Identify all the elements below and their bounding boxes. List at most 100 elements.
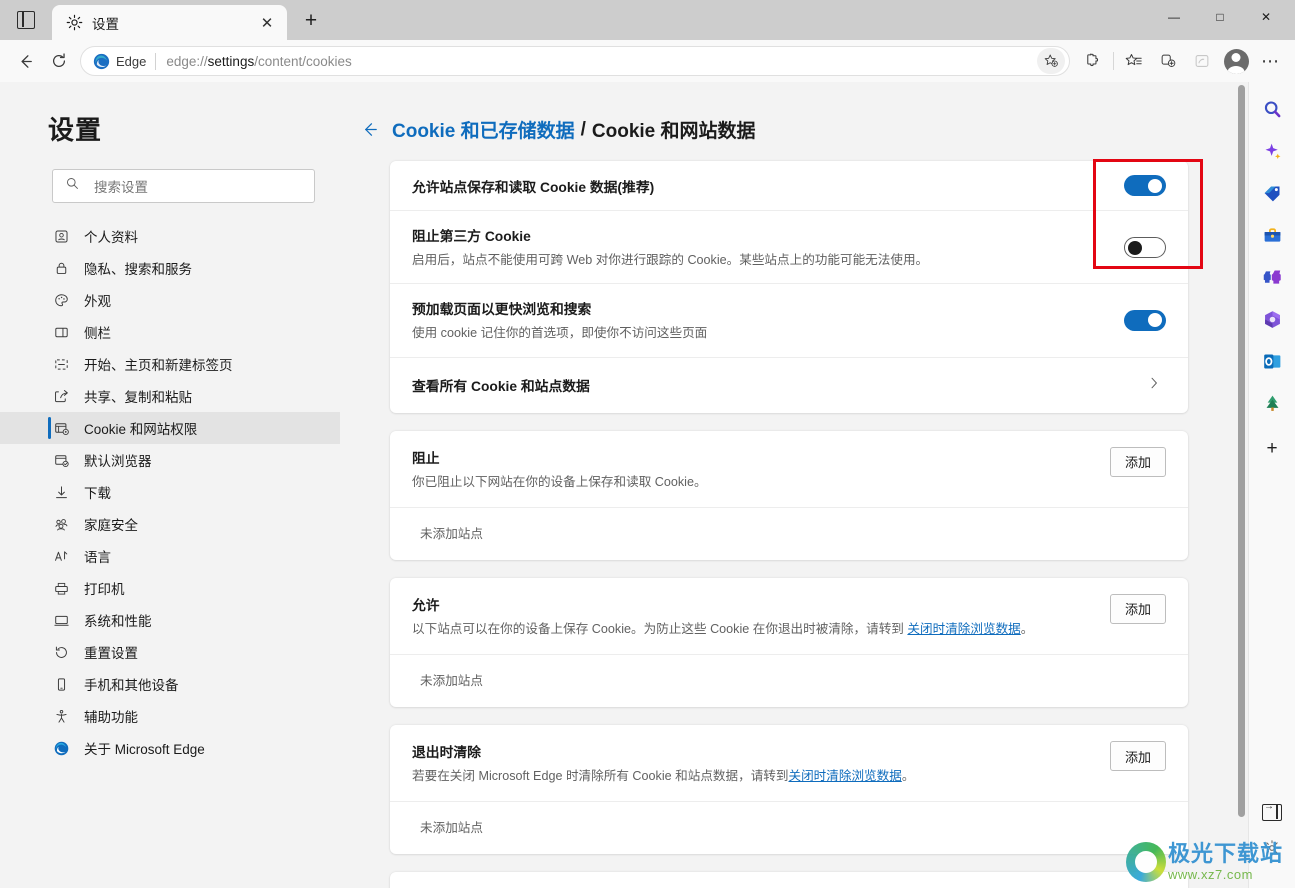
gear-icon	[66, 14, 83, 31]
breadcrumb-separator: /	[580, 118, 586, 140]
tools-icon[interactable]	[1257, 220, 1287, 250]
temporary-allowed-section-card: 暂时允许的 Cookie 和站点数据 你已允许请求站点在访问以下站点时存储 Co…	[390, 872, 1188, 888]
sidebar-item-label: Cookie 和网站权限	[84, 422, 198, 437]
sidebar-item-share[interactable]: 共享、复制和粘贴	[0, 380, 340, 412]
refresh-button[interactable]	[42, 46, 76, 76]
sidebar-item-appearance[interactable]: 外观	[0, 284, 340, 316]
sidebar-item-label: 侧栏	[84, 326, 111, 341]
drop-tree-icon[interactable]	[1257, 388, 1287, 418]
row-view-all-cookies[interactable]: 查看所有 Cookie 和站点数据	[390, 358, 1188, 413]
tab-search-button[interactable]	[0, 0, 52, 40]
new-tab-button[interactable]: +	[294, 4, 328, 38]
search-settings-input[interactable]: 搜索设置	[52, 169, 315, 203]
sidebar-item-system-performance[interactable]: 系统和性能	[0, 604, 340, 636]
sidebar-item-label: 打印机	[84, 582, 125, 597]
more-settings-button[interactable]: ⋯	[1253, 46, 1287, 76]
avatar	[1223, 48, 1249, 74]
sidebar-item-startpage[interactable]: 开始、主页和新建标签页	[0, 348, 340, 380]
section-subtitle-tail: 。	[901, 769, 915, 783]
sidebar-item-phone-devices[interactable]: 手机和其他设备	[0, 668, 340, 700]
row-text: 阻止第三方 Cookie 启用后，站点不能使用可跨 Web 对你进行跟踪的 Co…	[412, 225, 1124, 269]
section-subtitle: 若要在关闭 Microsoft Edge 时清除所有 Cookie 和站点数据，…	[412, 767, 1090, 785]
sidebar-item-family-safety[interactable]: 家庭安全	[0, 508, 340, 540]
add-button-allow[interactable]: 添加	[1109, 593, 1166, 624]
gear-icon[interactable]	[1263, 839, 1281, 862]
clear-on-close-link[interactable]: 关闭时清除浏览数据	[788, 769, 901, 783]
url-prefix: edge://	[166, 53, 208, 69]
scrollbar-thumb[interactable]	[1238, 85, 1245, 817]
allow-section-card: 允许 以下站点可以在你的设备上保存 Cookie。为防止这些 Cookie 在你…	[390, 577, 1188, 707]
back-button[interactable]	[8, 46, 42, 76]
expand-sidebar-icon[interactable]	[1262, 801, 1282, 821]
row-preload-pages[interactable]: 预加载页面以更快浏览和搜索 使用 cookie 记住你的首选项，即使你不访问这些…	[390, 284, 1188, 358]
omnibox-divider	[155, 52, 157, 70]
sidebar-icon	[52, 323, 71, 342]
sidebar-item-downloads[interactable]: 下载	[0, 476, 340, 508]
add-favorite-icon[interactable]	[1037, 48, 1065, 74]
section-header: 暂时允许的 Cookie 和站点数据 你已允许请求站点在访问以下站点时存储 Co…	[390, 872, 1188, 888]
lock-icon	[52, 259, 71, 278]
row-text: 退出时清除 若要在关闭 Microsoft Edge 时清除所有 Cookie …	[412, 741, 1110, 785]
breadcrumb: Cookie 和已存储数据 / Cookie 和网站数据	[340, 82, 1248, 143]
row-block-third-party-cookies[interactable]: 阻止第三方 Cookie 启用后，站点不能使用可跨 Web 对你进行跟踪的 Co…	[390, 211, 1188, 285]
omnibox-actions	[1037, 48, 1065, 74]
microsoft-365-icon[interactable]	[1257, 304, 1287, 334]
browser-tab-settings[interactable]: 设置 ✕	[52, 5, 287, 40]
sidebar-item-reset-settings[interactable]: 重置设置	[0, 636, 340, 668]
tab-close-button[interactable]: ✕	[255, 11, 279, 35]
row-allow-sites-save-cookies[interactable]: 允许站点保存和读取 Cookie 数据(推荐)	[390, 161, 1188, 211]
tab-title: 设置	[92, 16, 119, 32]
split-screen-icon[interactable]	[1151, 46, 1185, 76]
breadcrumb-parent-link[interactable]: Cookie 和已存储数据	[392, 116, 575, 143]
back-arrow-icon[interactable]	[358, 118, 382, 142]
sidebar-item-accessibility[interactable]: 辅助功能	[0, 700, 340, 732]
breadcrumb-current: Cookie 和网站数据	[591, 121, 756, 142]
search-rail-icon[interactable]	[1257, 94, 1287, 124]
url-suffix: /content/cookies	[254, 53, 352, 69]
sidebar-item-languages[interactable]: 语言	[0, 540, 340, 572]
shopping-tag-icon[interactable]	[1257, 178, 1287, 208]
toggle-allow-sites-save-cookies[interactable]	[1124, 175, 1166, 196]
sidebar-item-printers[interactable]: 打印机	[0, 572, 340, 604]
row-text: 查看所有 Cookie 和站点数据	[412, 375, 1146, 395]
sidebar-item-cookies-site-permissions[interactable]: Cookie 和网站权限	[0, 412, 340, 444]
browser-essentials-icon[interactable]	[1185, 46, 1219, 76]
card-gap	[340, 560, 1248, 578]
add-sidebar-app-button[interactable]: +	[1257, 434, 1287, 464]
sidebar-item-label: 系统和性能	[84, 614, 152, 629]
add-button-block[interactable]: 添加	[1109, 446, 1166, 477]
extensions-icon[interactable]	[1076, 46, 1110, 76]
add-button-clear-on-exit[interactable]: 添加	[1109, 741, 1166, 771]
sidebar-item-label: 手机和其他设备	[84, 678, 179, 693]
profile-avatar-icon[interactable]	[1219, 46, 1253, 76]
sidebar-item-sidebar[interactable]: 侧栏	[0, 316, 340, 348]
sidebar-item-privacy[interactable]: 隐私、搜索和服务	[0, 252, 340, 284]
outlook-icon[interactable]	[1257, 346, 1287, 376]
maximize-button[interactable]: □	[1197, 0, 1243, 34]
copilot-icon[interactable]	[1257, 136, 1287, 166]
section-header: 允许 以下站点可以在你的设备上保存 Cookie。为防止这些 Cookie 在你…	[390, 578, 1188, 655]
games-icon[interactable]	[1257, 262, 1287, 292]
sidebar-item-profile[interactable]: 个人资料	[0, 220, 340, 252]
sidebar-item-label: 关于 Microsoft Edge	[84, 742, 205, 757]
sidebar-item-label: 个人资料	[84, 230, 138, 245]
chevron-right-icon	[1146, 375, 1166, 396]
accessibility-icon	[52, 707, 71, 726]
row-text: 允许站点保存和读取 Cookie 数据(推荐)	[412, 176, 1124, 196]
card-gap	[340, 854, 1248, 872]
toolbar-divider	[1113, 52, 1114, 70]
toggle-block-third-party-cookies[interactable]	[1124, 236, 1166, 258]
sidebar-item-label: 默认浏览器	[84, 454, 152, 469]
section-subtitle-tail: 。	[1020, 621, 1034, 636]
collections-icon[interactable]	[1117, 46, 1151, 76]
sidebar-item-default-browser[interactable]: 默认浏览器	[0, 444, 340, 476]
section-subtitle-text: 你已阻止以下网站在你的设备上保存和读取 Cookie。	[412, 474, 707, 489]
close-window-button[interactable]: ✕	[1243, 0, 1289, 34]
section-subtitle: 以下站点可以在你的设备上保存 Cookie。为防止这些 Cookie 在你退出时…	[412, 620, 1090, 638]
address-bar[interactable]: Edge edge://settings/content/cookies	[80, 46, 1070, 76]
clear-on-close-link[interactable]: 关闭时清除浏览数据	[907, 622, 1020, 636]
toggle-preload-pages[interactable]	[1124, 309, 1166, 331]
minimize-button[interactable]: —	[1151, 0, 1197, 34]
sidebar-item-about-edge[interactable]: 关于 Microsoft Edge	[0, 732, 340, 764]
page-scrollbar[interactable]	[1234, 82, 1248, 888]
